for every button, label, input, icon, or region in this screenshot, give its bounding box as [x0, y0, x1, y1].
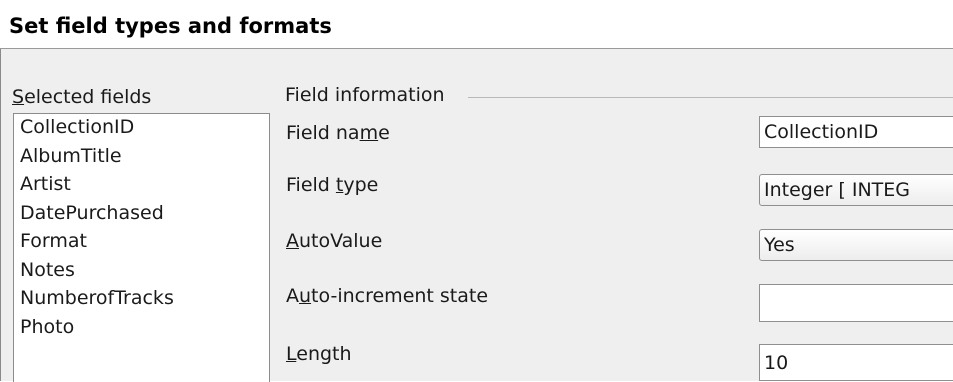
selected-fields-list[interactable]: CollectionID AlbumTitle Artist DatePurch… — [13, 113, 270, 382]
page-title: Set field types and formats — [9, 14, 332, 38]
list-item[interactable]: NumberofTracks — [14, 285, 269, 314]
auto-value-select[interactable]: Yes — [759, 229, 953, 261]
field-type-value: Integer [ INTEG — [764, 179, 910, 201]
field-name-label: Field name — [286, 122, 390, 144]
length-input[interactable]: 10 — [759, 344, 953, 381]
field-information-title: Field information — [285, 84, 445, 106]
list-item[interactable]: CollectionID — [14, 114, 269, 143]
field-name-input[interactable]: CollectionID — [759, 116, 953, 148]
auto-increment-state-label: Auto-increment state — [286, 285, 489, 307]
list-item[interactable]: Artist — [14, 171, 269, 200]
list-item[interactable]: Photo — [14, 314, 269, 343]
selected-fields-label: Selected fields — [12, 86, 152, 108]
group-divider — [468, 97, 953, 98]
list-item[interactable]: Format — [14, 228, 269, 257]
field-type-select[interactable]: Integer [ INTEG — [759, 174, 953, 206]
field-type-label: Field type — [286, 174, 379, 196]
dialog-header: Set field types and formats — [0, 0, 953, 49]
length-label: Length — [286, 343, 352, 365]
auto-increment-state-input[interactable] — [759, 284, 953, 322]
list-item[interactable]: Notes — [14, 257, 269, 286]
list-item[interactable]: AlbumTitle — [14, 143, 269, 172]
list-item[interactable]: DatePurchased — [14, 200, 269, 229]
auto-value-value: Yes — [764, 234, 795, 256]
auto-value-label: AutoValue — [286, 230, 383, 252]
